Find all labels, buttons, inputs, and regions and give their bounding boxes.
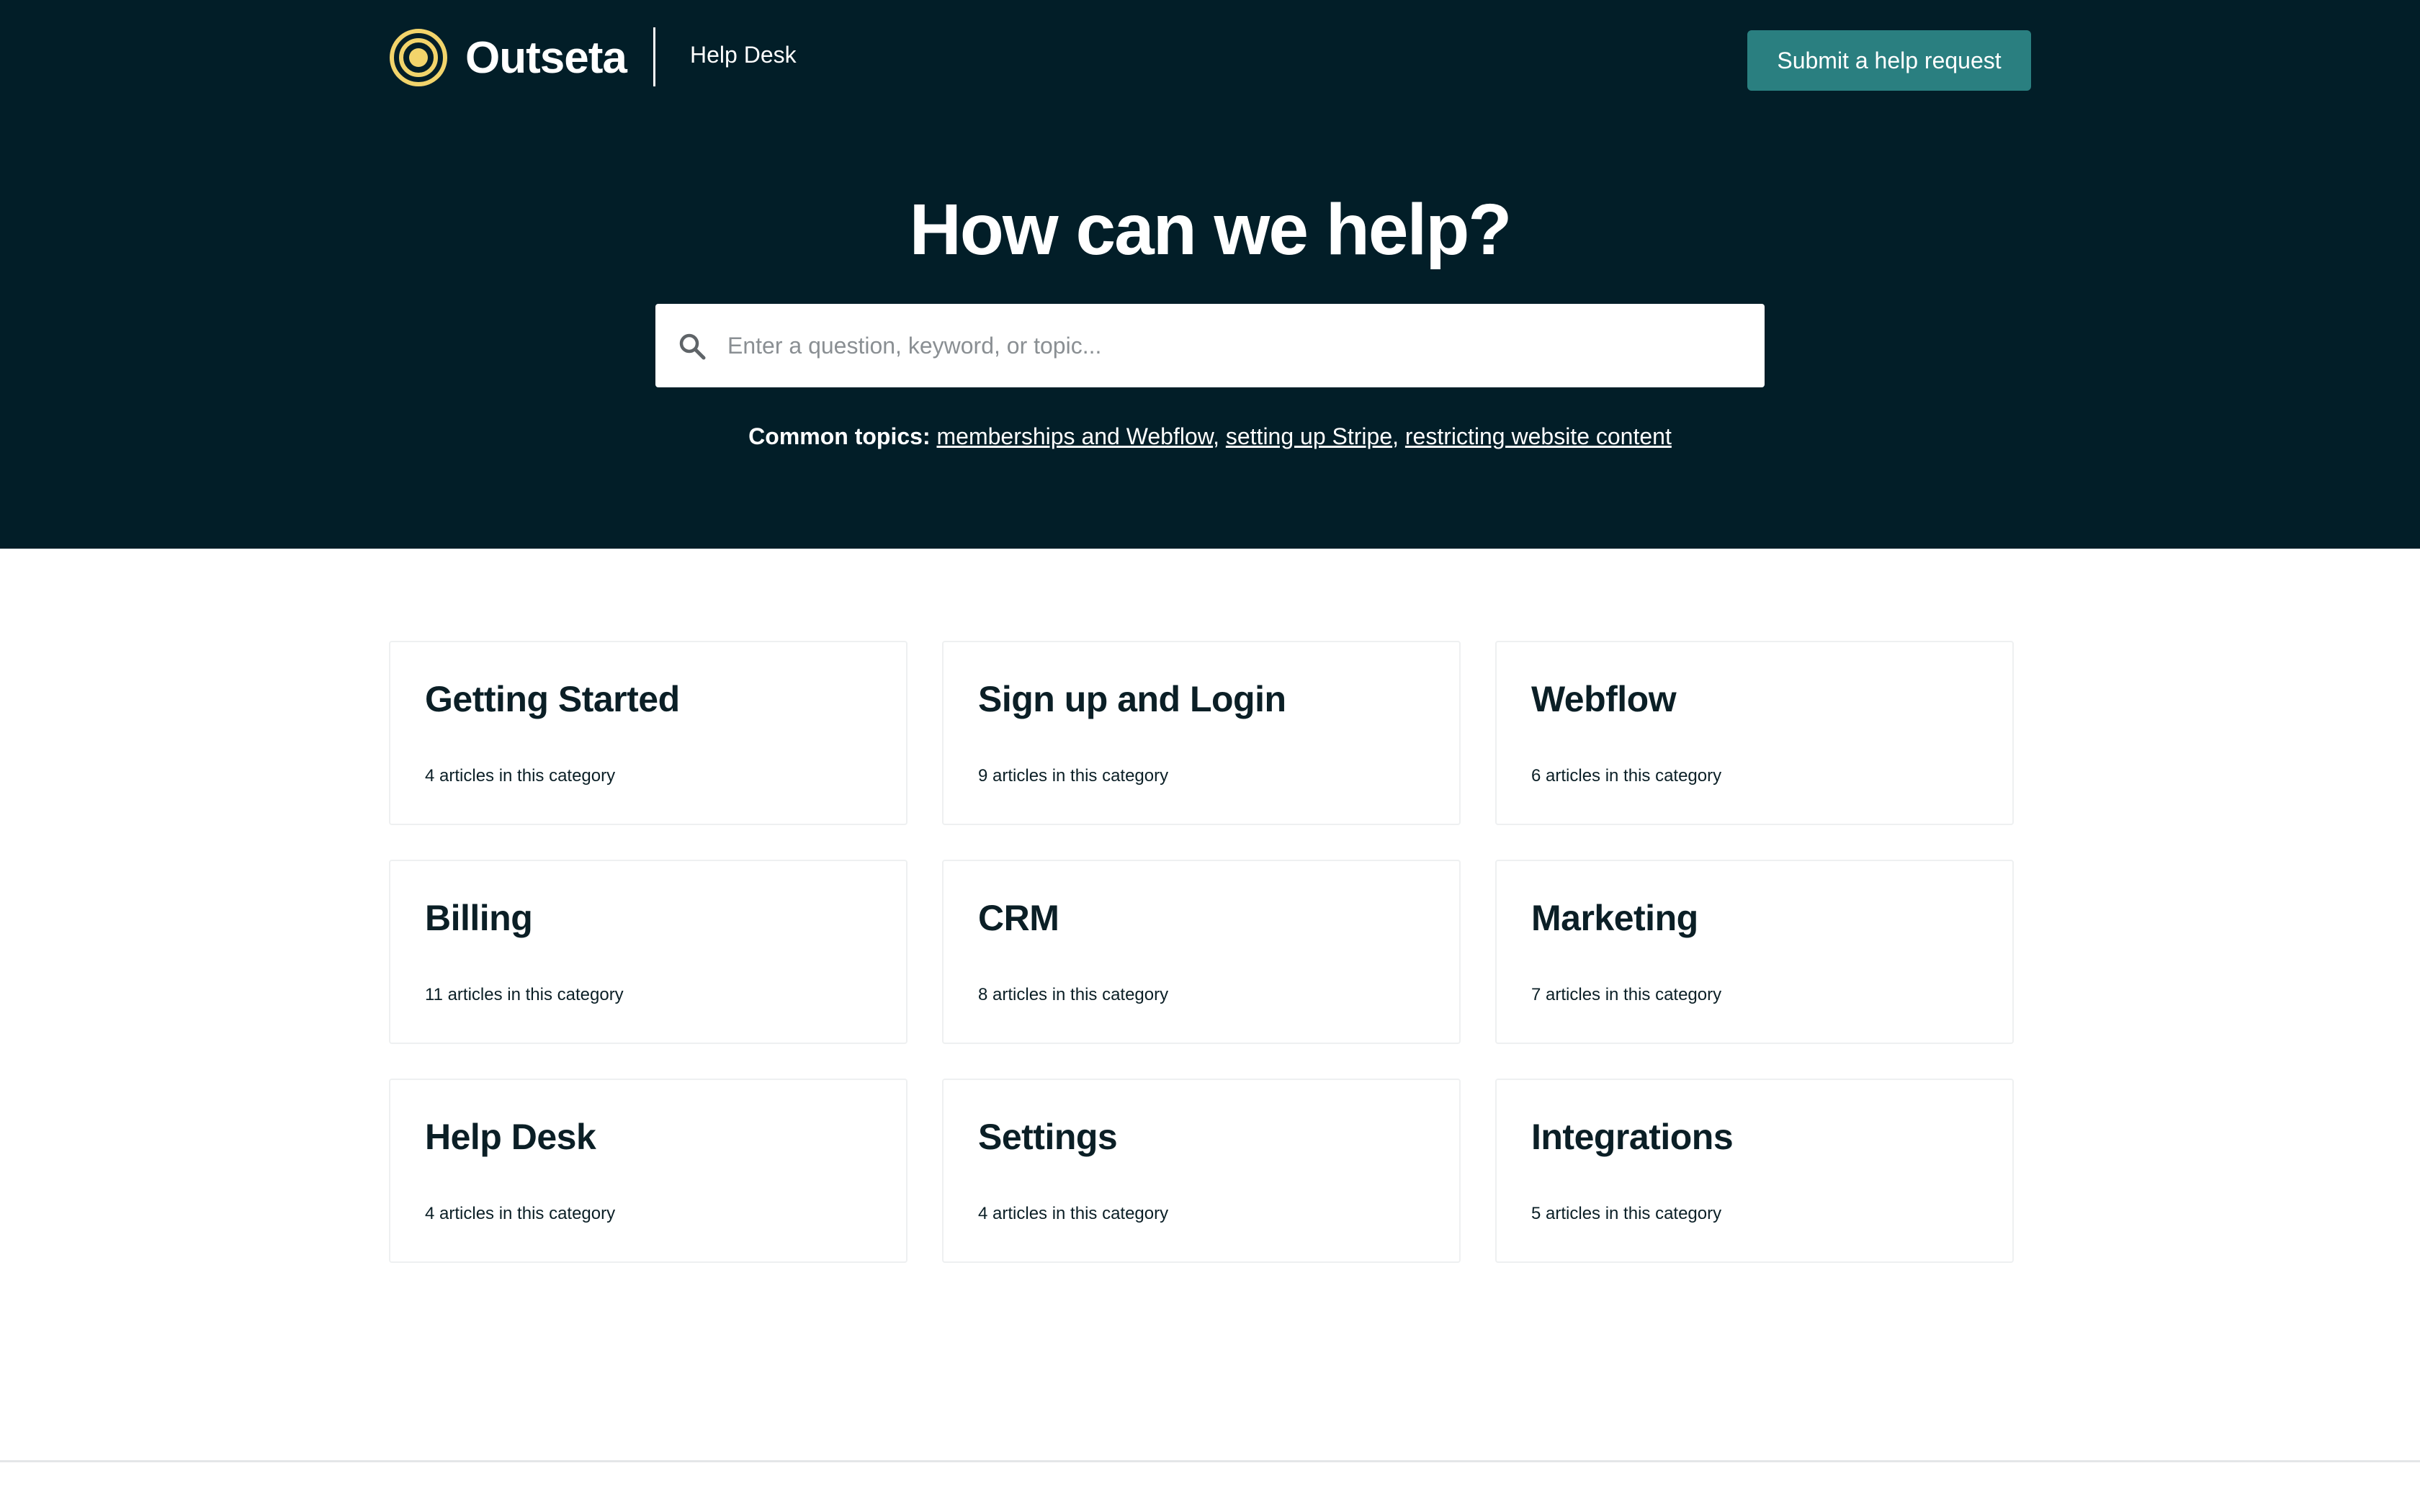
category-title: Sign up and Login [978, 679, 1286, 719]
category-card-help-desk[interactable]: Help Desk 4 articles in this category [389, 1079, 908, 1263]
section-label[interactable]: Help Desk [690, 42, 797, 68]
category-title: Billing [425, 898, 533, 938]
search-box[interactable] [655, 304, 1765, 387]
page-title: How can we help? [909, 189, 1512, 270]
common-topics-label: Common topics: [748, 423, 931, 449]
category-article-count: 8 articles in this category [978, 985, 1169, 1004]
category-title: Marketing [1531, 898, 1698, 938]
category-article-count: 11 articles in this category [425, 985, 624, 1004]
topic-link-restricting-website-content[interactable]: restricting website content [1405, 423, 1672, 449]
category-title: Webflow [1531, 679, 1677, 719]
category-card-sign-up-login[interactable]: Sign up and Login 9 articles in this cat… [942, 641, 1461, 825]
topic-link-setting-up-stripe[interactable]: setting up Stripe [1226, 423, 1392, 449]
footer-divider [0, 1460, 2420, 1462]
category-card-webflow[interactable]: Webflow 6 articles in this category [1495, 641, 2014, 825]
submit-help-request-button[interactable]: Submit a help request [1747, 30, 2031, 91]
common-topics: Common topics: memberships and Webflow, … [748, 423, 1672, 449]
category-article-count: 6 articles in this category [1531, 766, 1722, 786]
category-article-count: 4 articles in this category [978, 1204, 1169, 1223]
category-title: Integrations [1531, 1117, 1734, 1157]
category-article-count: 5 articles in this category [1531, 1204, 1722, 1223]
brand-name: Outseta [465, 32, 627, 83]
category-card-integrations[interactable]: Integrations 5 articles in this category [1495, 1079, 2014, 1263]
category-title: Settings [978, 1117, 1118, 1157]
category-title: Help Desk [425, 1117, 596, 1157]
category-article-count: 4 articles in this category [425, 766, 616, 786]
category-card-getting-started[interactable]: Getting Started 4 articles in this categ… [389, 641, 908, 825]
header-divider [653, 27, 655, 86]
outseta-logo-icon [390, 29, 447, 86]
category-card-crm[interactable]: CRM 8 articles in this category [942, 860, 1461, 1044]
search-input[interactable] [727, 318, 1736, 373]
category-article-count: 4 articles in this category [425, 1204, 616, 1223]
category-article-count: 9 articles in this category [978, 766, 1169, 786]
category-card-billing[interactable]: Billing 11 articles in this category [389, 860, 908, 1044]
search-icon [679, 333, 706, 360]
category-title: Getting Started [425, 679, 680, 719]
outseta-logo[interactable]: Outseta [389, 27, 627, 88]
category-card-marketing[interactable]: Marketing 7 articles in this category [1495, 860, 2014, 1044]
hero-banner: Outseta Help Desk Submit a help request … [0, 0, 2420, 549]
category-title: CRM [978, 898, 1059, 938]
category-article-count: 7 articles in this category [1531, 985, 1722, 1004]
topic-link-memberships-webflow[interactable]: memberships and Webflow [936, 423, 1213, 449]
category-card-settings[interactable]: Settings 4 articles in this category [942, 1079, 1461, 1263]
